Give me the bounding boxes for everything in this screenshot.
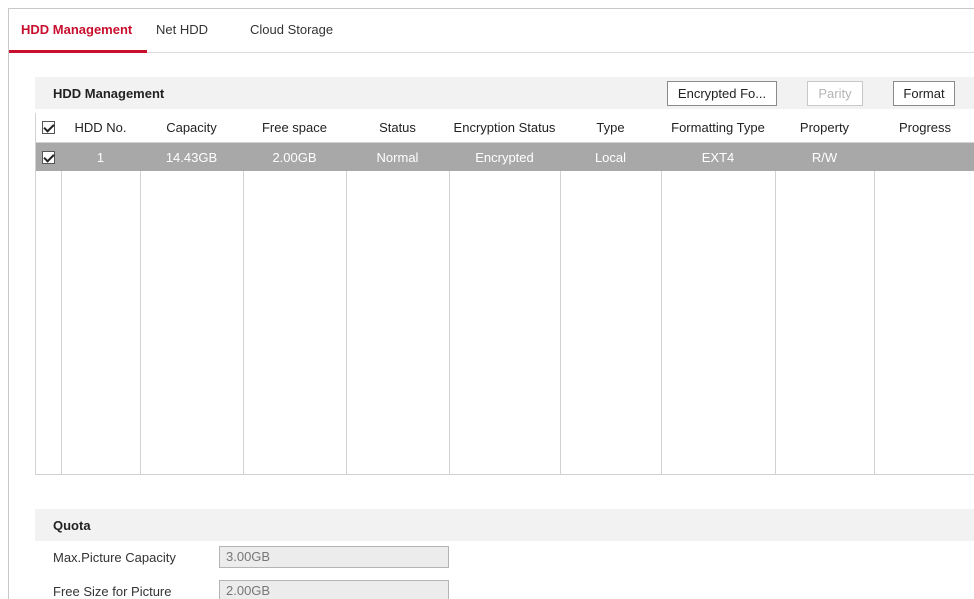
column-header-capacity[interactable]: Capacity [140, 113, 243, 142]
cell-progress [874, 143, 974, 171]
cell-type: Local [594, 149, 627, 165]
cell-capacity: 14.43GB [165, 149, 218, 165]
cell-free-space: 2.00GB [272, 149, 317, 165]
hdd-management-header: HDD Management Encrypted Fo... Parity Fo… [35, 77, 974, 109]
cell-hdd-no: 1 [96, 149, 105, 165]
tab-cloud-storage[interactable]: Cloud Storage [250, 22, 333, 37]
format-button[interactable]: Format [893, 81, 955, 106]
column-header-hdd-no[interactable]: HDD No. [61, 113, 140, 142]
row-checkbox[interactable] [42, 150, 55, 164]
max-picture-capacity-field: 3.00GB [219, 546, 449, 568]
cell-status: Normal [376, 149, 419, 165]
hdd-management-title: HDD Management [53, 86, 165, 101]
cell-formatting-type: EXT4 [701, 149, 735, 165]
column-header-property[interactable]: Property [775, 113, 874, 142]
hdd-settings-panel: HDD Management Net HDD Cloud Storage HDD… [8, 8, 974, 599]
column-header-status[interactable]: Status [346, 113, 449, 142]
encrypted-format-button[interactable]: Encrypted Fo... [667, 81, 777, 106]
column-header-free-space[interactable]: Free space [243, 113, 346, 142]
column-header-type[interactable]: Type [560, 113, 661, 142]
cell-encryption-status: Encrypted [475, 149, 534, 165]
hdd-table: HDD No. Capacity Free space Status Encry… [35, 113, 974, 475]
quota-title: Quota [53, 518, 91, 533]
select-all-checkbox[interactable] [42, 121, 55, 134]
tab-hdd-management[interactable]: HDD Management [21, 22, 132, 37]
column-header-formatting-type[interactable]: Formatting Type [661, 113, 775, 142]
active-tab-indicator [9, 50, 147, 53]
free-size-for-picture-field: 2.00GB [219, 580, 449, 599]
column-header-encryption-status[interactable]: Encryption Status [449, 113, 560, 142]
tab-net-hdd[interactable]: Net HDD [156, 22, 208, 37]
quota-header: Quota [35, 509, 974, 541]
max-picture-capacity-label: Max.Picture Capacity [53, 550, 176, 565]
cell-property: R/W [811, 149, 838, 165]
parity-button[interactable]: Parity [807, 81, 863, 106]
table-row[interactable]: 1 14.43GB 2.00GB Normal Encrypted Local … [36, 143, 974, 171]
tab-bar: HDD Management Net HDD Cloud Storage [9, 9, 974, 53]
table-header-row: HDD No. Capacity Free space Status Encry… [36, 113, 974, 143]
free-size-for-picture-label: Free Size for Picture [53, 584, 172, 599]
column-header-progress[interactable]: Progress [874, 113, 974, 142]
